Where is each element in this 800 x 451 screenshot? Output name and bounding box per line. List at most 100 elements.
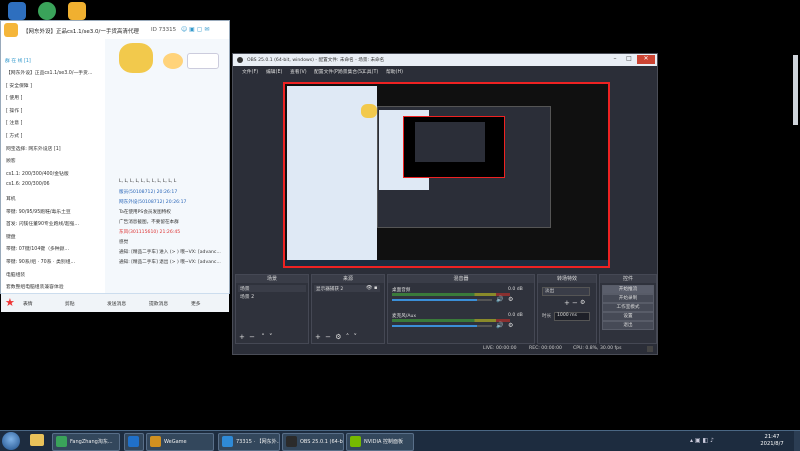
taskbar-button[interactable]: FangZhang淘东... xyxy=(52,433,120,451)
chat-message: 通知: [精品二手车] 进入 (> ) 哦~VX: [advanc... xyxy=(119,250,221,255)
volume-slider[interactable] xyxy=(392,325,492,327)
chat-message: L, L, L, L, L, L, L, L, L, L, L xyxy=(119,179,177,184)
chat-message: Ta在使用PS会员发图特权 xyxy=(119,210,171,215)
explorer-folder-icon[interactable] xyxy=(30,434,44,446)
eye-icon[interactable]: 👁 xyxy=(366,285,372,291)
obs-menu-item[interactable]: 查看(V) xyxy=(290,68,307,75)
sidebar-list-item[interactable]: 网宝选择: 网东外设店 [1] xyxy=(6,145,61,152)
close-button[interactable]: ✕ xyxy=(637,55,655,64)
sidebar-list-item[interactable]: [ 使用 ] xyxy=(6,94,22,101)
side-tab[interactable]: 群 在 线 [1] xyxy=(5,57,31,64)
sidebar-list-item[interactable]: cs1.6: 200/300/06 xyxy=(6,182,50,187)
desktop-icon-qq[interactable] xyxy=(68,2,86,20)
control-button[interactable]: 退出 xyxy=(602,321,654,330)
obs-menu-item[interactable]: 文件(F) xyxy=(242,68,258,75)
speaker-icon[interactable]: 🔊 xyxy=(496,296,503,303)
sidebar-list-item[interactable]: 【网东外设】正品cs1.1/se3.0/一手货... xyxy=(6,69,92,76)
start-button[interactable] xyxy=(2,432,20,450)
move-up-icon[interactable]: ˄ xyxy=(261,333,265,341)
sidebar-list-item[interactable]: 带键: 90系/组 · 70系 · 类别组... xyxy=(6,258,75,265)
mixer-channel-level: 0.0 dB xyxy=(508,287,523,292)
desktop-icon-browser[interactable] xyxy=(38,2,56,20)
taskbar-button[interactable]: 73315 · 【网东外... xyxy=(218,433,280,451)
add-source-button[interactable]: + xyxy=(315,333,321,341)
move-down-icon[interactable]: ˅ xyxy=(269,333,273,341)
toolbar-item[interactable]: 更多 xyxy=(191,300,201,307)
add-transition-button[interactable]: + xyxy=(564,299,570,307)
channel-gear-icon[interactable]: ⚙ xyxy=(508,296,513,303)
obs-preview-canvas[interactable] xyxy=(283,82,610,268)
remove-transition-button[interactable]: − xyxy=(572,299,578,307)
live-status: LIVE: 00:00:00 xyxy=(483,346,517,351)
scene-item[interactable]: 场景 2 xyxy=(238,293,306,300)
sidebar-list-item[interactable]: [ 注意 ] xyxy=(6,119,22,126)
scene-item[interactable]: 场景 xyxy=(238,285,306,292)
control-button[interactable]: 设置 xyxy=(602,312,654,321)
mixer-header: 混音器 xyxy=(388,275,534,283)
taskbar-button-label: WeGame xyxy=(164,439,187,445)
preview-mascot xyxy=(361,104,377,118)
obs-menu-item[interactable]: 编辑(E) xyxy=(266,68,282,75)
volume-meter xyxy=(392,293,510,296)
control-button[interactable]: 开始推流 xyxy=(602,285,654,294)
control-button[interactable]: 开始录制 xyxy=(602,294,654,303)
system-clock[interactable]: 21:47 2021/8/7 xyxy=(752,434,792,448)
sidebar-list-item[interactable]: [ 操作 ] xyxy=(6,107,22,114)
sidebar-list-item[interactable]: 套数整组电脑组装兼容体验 xyxy=(6,283,64,290)
obs-status-bar: LIVE: 00:00:00 REC: 00:00:00 CPU: 0.8%, … xyxy=(233,344,657,354)
control-button[interactable]: 工作室模式 xyxy=(602,303,654,312)
resize-grip-icon[interactable] xyxy=(647,346,653,352)
volume-slider-fill xyxy=(392,299,477,301)
sidebar-list-item[interactable]: 顾客 xyxy=(6,157,16,164)
toolbar-item[interactable]: 表情 xyxy=(23,300,33,307)
remove-source-button[interactable]: − xyxy=(325,333,331,341)
transition-gear-icon[interactable]: ⚙ xyxy=(580,299,585,306)
toolbar-item[interactable]: 提款消息 xyxy=(149,300,168,307)
maximize-button[interactable]: □ xyxy=(623,55,635,64)
remove-scene-button[interactable]: − xyxy=(249,333,255,341)
move-up-icon[interactable]: ˄ xyxy=(346,333,350,341)
source-item[interactable]: 显示器捕获 2 👁 ▪ xyxy=(314,285,380,292)
transitions-header: 转场特效 xyxy=(538,275,596,283)
volume-slider[interactable] xyxy=(392,299,492,301)
sidebar-list-item[interactable]: 键盘 xyxy=(6,233,16,240)
sidebar-list-item[interactable]: [ 安全保障 ] xyxy=(6,82,32,89)
lock-icon[interactable]: ▪ xyxy=(374,285,377,291)
sidebar-list-item[interactable]: 带键: 90/95/95跑鞋/毒乐土豆 xyxy=(6,208,71,215)
obs-menu-item[interactable]: 帮助(H) xyxy=(386,68,403,75)
duration-field[interactable]: 1000 ms xyxy=(554,312,590,321)
channel-gear-icon[interactable]: ⚙ xyxy=(508,322,513,329)
taskbar-button[interactable]: NVIDIA 控制面板 xyxy=(346,433,414,451)
minimize-button[interactable]: – xyxy=(609,55,621,64)
toolbar-item[interactable]: 发送消息 xyxy=(107,300,126,307)
chat-message: 通知: [精品二手车] 退出 (> ) 哦~VX: [advanc... xyxy=(119,260,221,265)
sidebar-list-item[interactable]: 电脑组装 xyxy=(6,271,25,278)
obs-menu-item[interactable]: 工具(T) xyxy=(362,68,378,75)
desktop-icon-computer[interactable] xyxy=(8,2,26,20)
obs-menu-item[interactable]: 场景集合(S) xyxy=(338,68,364,75)
star-icon[interactable]: ★ xyxy=(5,296,15,309)
tray-icons[interactable]: ▴ ▣ ◧ ♪ xyxy=(690,437,714,444)
obs-menu-item[interactable]: 配置文件(P) xyxy=(314,68,340,75)
show-desktop-button[interactable] xyxy=(794,431,800,451)
taskbar-button[interactable]: OBS 25.0.1 (64-b... xyxy=(282,433,344,451)
toolbar-item[interactable]: 剪贴 xyxy=(65,300,75,307)
add-scene-button[interactable]: + xyxy=(239,333,245,341)
chat-title: 【网东外设】正品cs1.1/se3.0/一手货高清代理 xyxy=(23,29,139,35)
volume-slider-fill xyxy=(392,325,477,327)
obs-logo-icon xyxy=(237,57,243,63)
taskbar-app-icon xyxy=(350,436,361,447)
sidebar-list-item[interactable]: 首发: 闪镁任董90专业跑线/超强... xyxy=(6,220,79,227)
transition-select[interactable]: 淡出 xyxy=(542,287,590,296)
source-settings-gear-icon[interactable]: ⚙ xyxy=(335,333,341,341)
taskbar-button[interactable] xyxy=(124,433,144,451)
sidebar-list-item[interactable]: 带键: 07键/104键（多种颜... xyxy=(6,245,69,252)
speaker-icon[interactable]: 🔊 xyxy=(496,322,503,329)
sources-dock: 来源 显示器捕获 2 👁 ▪ + − ⚙ ˄ ˅ xyxy=(311,274,385,344)
move-down-icon[interactable]: ˅ xyxy=(353,333,357,341)
sidebar-list-item[interactable]: [ 方式 ] xyxy=(6,132,22,139)
sidebar-list-item[interactable]: cs1.1: 200/300/400/金钻版 xyxy=(6,170,69,177)
taskbar-button[interactable]: WeGame xyxy=(146,433,214,451)
sidebar-list-item[interactable]: 耳机 xyxy=(6,195,16,202)
background-scrollbar[interactable] xyxy=(793,55,798,125)
